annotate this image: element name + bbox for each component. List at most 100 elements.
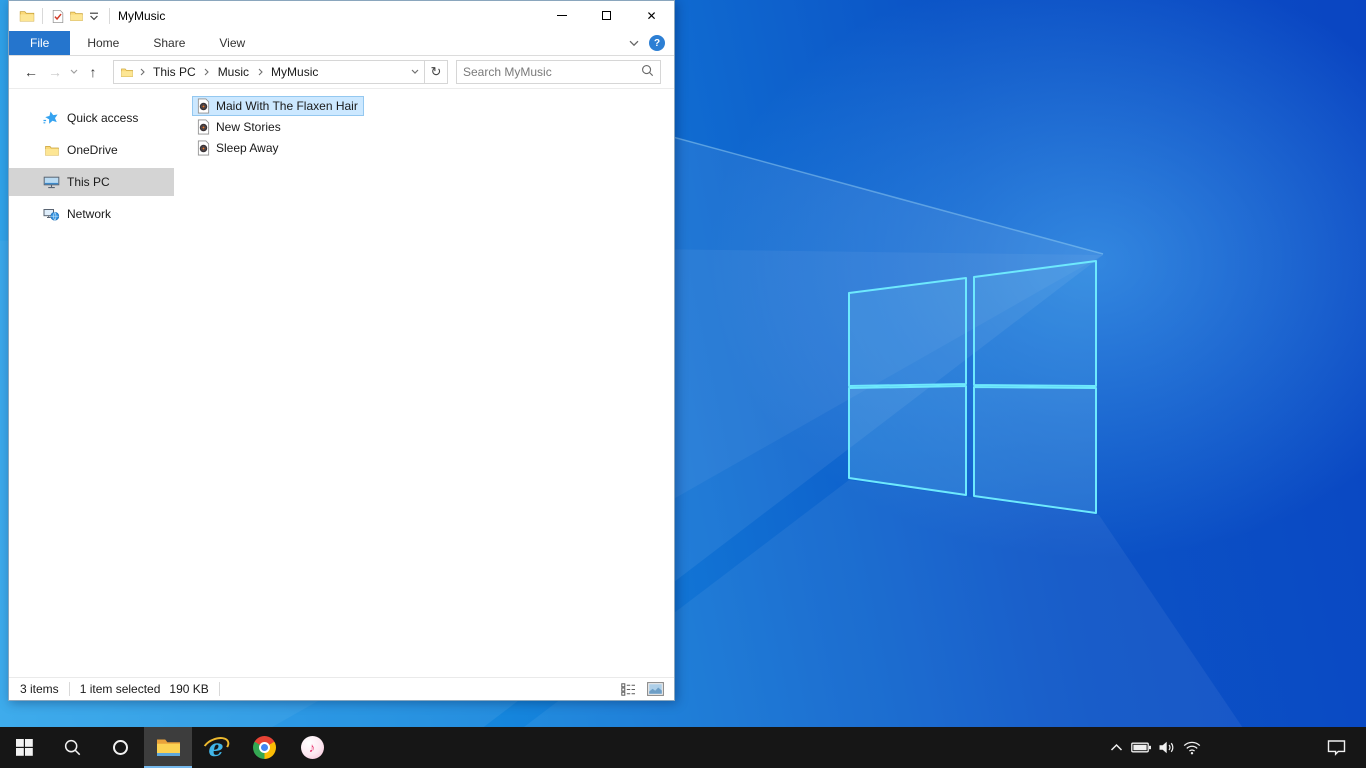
qat-properties-icon[interactable] [49, 6, 67, 26]
item-count: 3 items [20, 682, 59, 696]
breadcrumb-chevron-icon[interactable] [136, 68, 148, 76]
music-note-glyph: ♪ [308, 740, 316, 755]
taskbar-file-explorer-button[interactable] [144, 727, 192, 768]
sidebar-item-this-pc[interactable]: This PC [9, 168, 174, 196]
qat-customize-chevron-icon[interactable] [85, 6, 103, 26]
status-bar: 3 items 1 item selected 190 KB [9, 677, 674, 700]
file-name: Maid With The Flaxen Hair [216, 98, 358, 113]
music-file-icon [195, 98, 211, 114]
refresh-button[interactable]: ↻ [424, 60, 448, 84]
breadcrumb-item-this-pc[interactable]: This PC [148, 65, 201, 79]
titlebar-separator [42, 8, 43, 24]
forward-button[interactable]: → [43, 60, 67, 84]
cortana-button[interactable] [96, 727, 144, 768]
sidebar-item-label: This PC [67, 175, 110, 189]
taskbar: e ♪ [0, 727, 1366, 768]
volume-icon[interactable] [1154, 727, 1179, 768]
battery-icon[interactable] [1129, 727, 1154, 768]
internet-explorer-button[interactable]: e [192, 727, 240, 768]
sidebar-item-network[interactable]: Network [9, 200, 174, 228]
thumbnail-view-button[interactable] [646, 680, 664, 698]
action-center-icon[interactable] [1316, 727, 1356, 768]
system-tray [1104, 727, 1366, 768]
view-toggles [619, 680, 664, 698]
breadcrumb-folder-icon [118, 62, 136, 82]
file-item-maid-with-the-flaxen-hair[interactable]: Maid With The Flaxen Hair [192, 95, 364, 116]
music-file-icon [195, 140, 211, 156]
internet-explorer-icon: e [199, 732, 233, 761]
status-separator [218, 682, 220, 696]
qat-new-folder-icon[interactable] [67, 6, 85, 26]
breadcrumb-item-music[interactable]: Music [213, 65, 254, 79]
file-row: New Stories [192, 116, 674, 137]
breadcrumb[interactable]: This PC Music MyMusic [113, 60, 425, 84]
tab-home[interactable]: Home [70, 31, 136, 55]
minimize-button[interactable] [539, 1, 584, 30]
desktop: MyMusic ✕ File Home Share View ? ← → ↑ T… [0, 0, 1366, 768]
help-button[interactable]: ? [649, 35, 665, 51]
status-separator [68, 682, 70, 696]
quick-access-star-icon [43, 110, 60, 127]
tab-file[interactable]: File [9, 31, 71, 55]
caption-buttons: ✕ [539, 1, 674, 31]
file-item-sleep-away[interactable]: Sleep Away [192, 138, 285, 158]
breadcrumb-item-mymusic[interactable]: MyMusic [266, 65, 323, 79]
address-dropdown-chevron-icon[interactable] [406, 69, 424, 75]
this-pc-monitor-icon [43, 174, 60, 191]
window-body: Quick access OneDrive This PC Network Ma… [9, 89, 674, 677]
start-button[interactable] [0, 727, 48, 768]
chrome-icon [252, 736, 276, 759]
itunes-icon: ♪ [300, 736, 324, 759]
selection-size: 190 KB [169, 682, 209, 696]
maximize-icon [602, 11, 611, 20]
back-button[interactable]: ← [19, 60, 43, 84]
file-name: Sleep Away [216, 140, 279, 155]
search-icon[interactable] [641, 64, 654, 80]
wifi-icon[interactable] [1179, 727, 1204, 768]
ribbon-right-controls: ? [629, 31, 674, 55]
breadcrumb-chevron-icon[interactable] [201, 68, 213, 76]
expand-ribbon-chevron-icon[interactable] [629, 36, 639, 50]
navigation-pane: Quick access OneDrive This PC Network [9, 89, 174, 677]
sidebar-item-label: OneDrive [67, 143, 118, 157]
up-button[interactable]: ↑ [81, 60, 105, 84]
close-button[interactable]: ✕ [629, 1, 674, 30]
taskbar-search-button[interactable] [48, 727, 96, 768]
details-view-button[interactable] [619, 680, 637, 698]
search-input[interactable] [463, 65, 641, 79]
breadcrumb-chevron-icon[interactable] [254, 68, 266, 76]
sidebar-item-onedrive[interactable]: OneDrive [9, 136, 174, 164]
recent-locations-chevron-icon[interactable] [67, 69, 81, 75]
network-icon [43, 206, 60, 223]
music-file-icon [195, 119, 211, 135]
minimize-icon [556, 15, 567, 16]
search-icon [64, 739, 80, 756]
file-item-new-stories[interactable]: New Stories [192, 117, 287, 137]
sidebar-item-label: Network [67, 207, 112, 221]
hidden-icons-chevron-icon[interactable] [1104, 727, 1129, 768]
titlebar-separator [109, 8, 110, 24]
tab-share[interactable]: Share [136, 31, 202, 55]
window-title: MyMusic [118, 9, 166, 23]
file-row: Maid With The Flaxen Hair [192, 95, 674, 116]
file-name: New Stories [216, 119, 281, 134]
address-bar: ← → ↑ This PC Music MyMusic ↻ [9, 56, 674, 89]
titlebar: MyMusic ✕ [9, 1, 674, 31]
itunes-button[interactable]: ♪ [288, 727, 336, 768]
maximize-button[interactable] [584, 1, 629, 30]
ie-orbit-arc [199, 732, 233, 760]
tab-view[interactable]: View [202, 31, 262, 55]
file-explorer-window: MyMusic ✕ File Home Share View ? ← → ↑ T… [8, 0, 675, 701]
file-list: Maid With The Flaxen Hair New Stories Sl… [174, 89, 674, 677]
search-box [456, 60, 661, 84]
selection-count: 1 item selected [79, 682, 161, 696]
cortana-circle-icon [112, 740, 128, 755]
file-row: Sleep Away [192, 137, 674, 158]
ribbon-tabs: File Home Share View ? [9, 31, 674, 56]
file-explorer-icon [156, 739, 180, 756]
onedrive-folder-icon [43, 142, 60, 159]
sidebar-item-quick-access[interactable]: Quick access [9, 104, 174, 132]
sidebar-item-label: Quick access [67, 111, 139, 125]
windows-logo-icon [15, 739, 33, 756]
chrome-button[interactable] [240, 727, 288, 768]
